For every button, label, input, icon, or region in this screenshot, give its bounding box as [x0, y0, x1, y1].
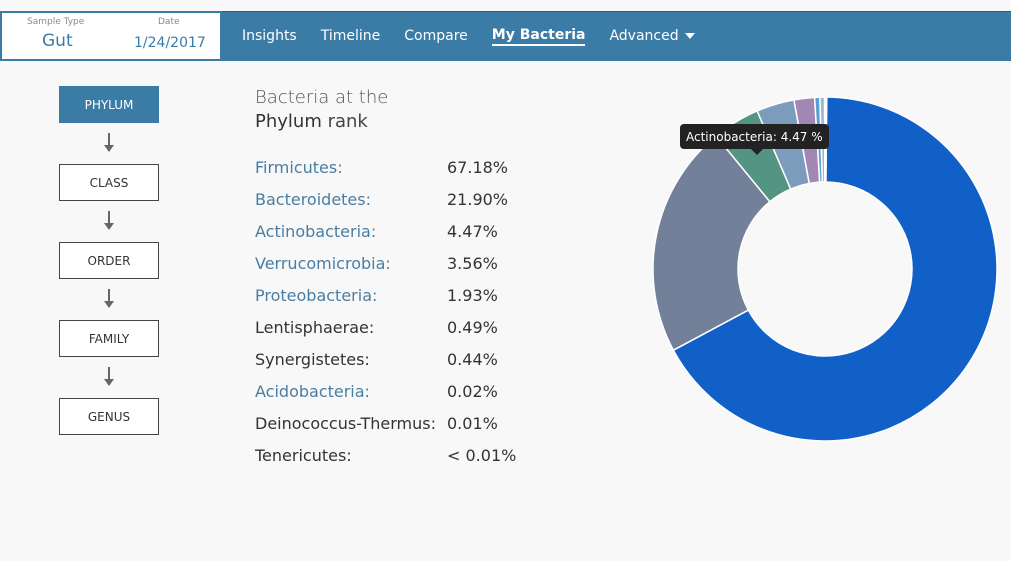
- heading-rank-suffix: rank: [321, 111, 368, 132]
- bacteria-percentage: 21.90%: [447, 190, 509, 209]
- nav-advanced-label: Advanced: [609, 28, 679, 44]
- section-heading-line1: Bacteria at the: [255, 87, 389, 108]
- nav-compare[interactable]: Compare: [404, 28, 468, 44]
- rank-order-button[interactable]: ORDER: [59, 242, 159, 279]
- chart-tooltip: Actinobacteria: 4.47 %: [680, 124, 829, 149]
- bacteria-percentage: 0.02%: [447, 382, 498, 401]
- bacteria-percentage: 4.47%: [447, 222, 498, 241]
- heading-rank-name: Phylum: [255, 111, 322, 132]
- nav-my-bacteria[interactable]: My Bacteria: [491, 27, 586, 46]
- arrow-down-icon: [103, 367, 115, 387]
- nav-advanced[interactable]: Advanced: [609, 28, 695, 44]
- bacteria-name: Tenericutes:: [255, 446, 352, 465]
- bacteria-name-link[interactable]: Verrucomicrobia:: [255, 254, 391, 273]
- arrow-down-icon: [103, 133, 115, 153]
- main-nav: Insights Timeline Compare My Bacteria Ad…: [242, 11, 719, 61]
- sample-date-value: 1/24/2017: [134, 35, 206, 51]
- nav-insights[interactable]: Insights: [242, 28, 297, 44]
- sample-date-label: Date: [158, 17, 180, 27]
- bacteria-percentage: 0.49%: [447, 318, 498, 337]
- bacteria-name-link[interactable]: Bacteroidetes:: [255, 190, 371, 209]
- bacteria-name: Lentisphaerae:: [255, 318, 375, 337]
- bacteria-name: Deinococcus-Thermus:: [255, 414, 437, 433]
- rank-genus-button[interactable]: GENUS: [59, 398, 159, 435]
- rank-family-button[interactable]: FAMILY: [59, 320, 159, 357]
- bacteria-percentage: 67.18%: [447, 158, 509, 177]
- bacteria-percentage: 0.44%: [447, 350, 498, 369]
- rank-class-button[interactable]: CLASS: [59, 164, 159, 201]
- nav-timeline[interactable]: Timeline: [321, 28, 381, 44]
- sample-type-label: Sample Type: [27, 17, 85, 27]
- bacteria-name-link[interactable]: Proteobacteria:: [255, 286, 377, 305]
- sample-type-value: Gut: [42, 31, 73, 51]
- sample-selector[interactable]: Sample Type Gut Date 1/24/2017: [0, 11, 222, 61]
- bacteria-name-link[interactable]: Firmicutes:: [255, 158, 343, 177]
- bacteria-name-link[interactable]: Actinobacteria:: [255, 222, 376, 241]
- arrow-down-icon: [103, 211, 115, 231]
- bacteria-percentage: 0.01%: [447, 414, 498, 433]
- bacteria-name: Synergistetes:: [255, 350, 370, 369]
- tooltip-arrow: [751, 149, 763, 155]
- bacteria-name-link[interactable]: Acidobacteria:: [255, 382, 370, 401]
- rank-phylum-button[interactable]: PHYLUM: [59, 86, 159, 123]
- section-heading-line2: Phylum rank: [255, 111, 368, 132]
- chevron-down-icon: [684, 33, 695, 39]
- bacteria-percentage: < 0.01%: [447, 446, 517, 465]
- arrow-down-icon: [103, 289, 115, 309]
- bacteria-percentage: 3.56%: [447, 254, 498, 273]
- bacteria-percentage: 1.93%: [447, 286, 498, 305]
